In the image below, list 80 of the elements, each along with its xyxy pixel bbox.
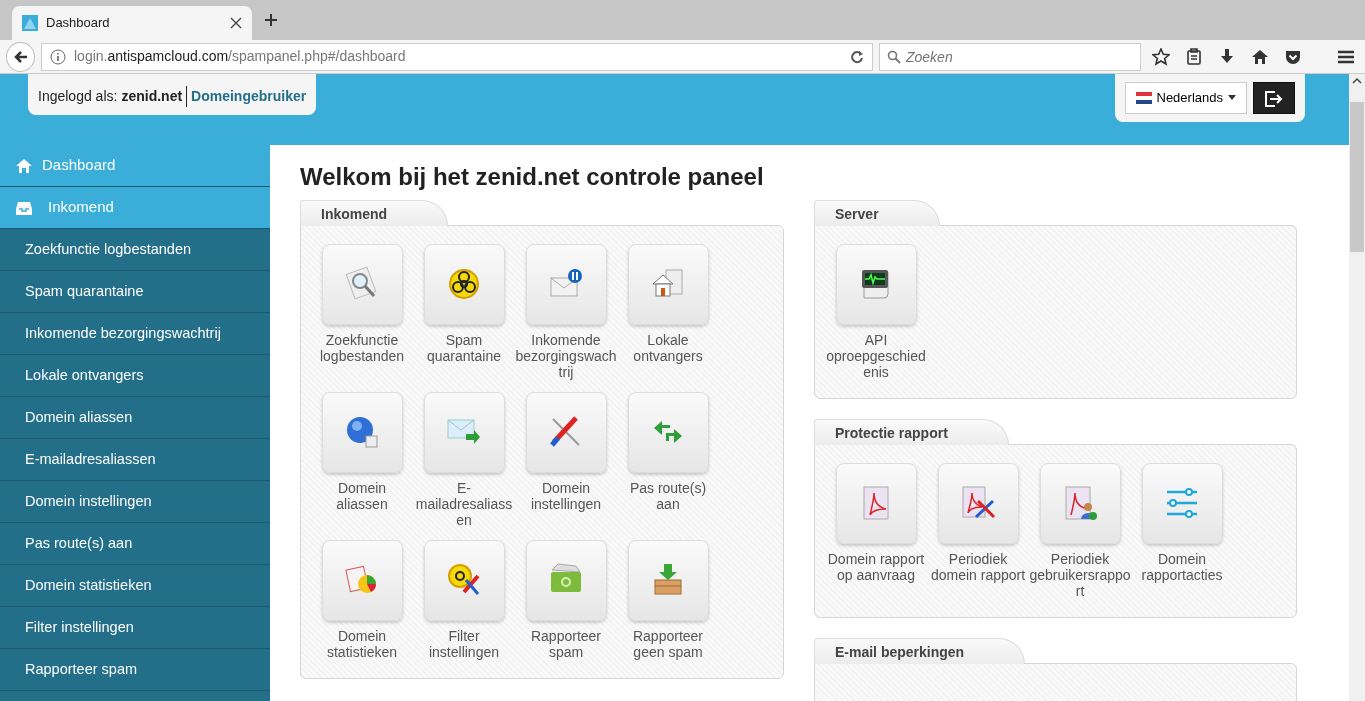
back-arrow-icon (12, 48, 29, 65)
tile-label: Inkomende bezorgingswachtrij (515, 331, 617, 380)
sidebar-subitem[interactable]: Inkomende bezorgingswachtrij (0, 313, 270, 355)
logout-button[interactable] (1253, 82, 1295, 114)
tile-label: Lokale ontvangers (632, 331, 704, 364)
tile-label: Pas route(s) aan (628, 479, 708, 512)
scrollbar-thumb[interactable] (1350, 102, 1364, 252)
favicon-icon (22, 15, 38, 31)
tile-button[interactable] (321, 539, 403, 621)
back-button[interactable] (6, 41, 35, 72)
panel-title: Inkomend (300, 199, 449, 226)
tile-button[interactable] (627, 391, 709, 473)
scrollbar[interactable] (1349, 74, 1365, 701)
search-icon (887, 49, 901, 64)
home-icon (16, 157, 32, 174)
sidebar-subitem[interactable]: E-mailadresaliassen (0, 439, 270, 481)
tile-label: E-mailadresaliassen (414, 479, 514, 528)
panel-title: E-mail beperkingen (814, 637, 1026, 664)
tile-button[interactable] (835, 243, 917, 325)
info-icon (50, 48, 66, 65)
caret-icon (1228, 95, 1236, 101)
logout-icon (1264, 89, 1284, 108)
bookmark-star-icon[interactable] (1151, 47, 1170, 66)
tile-button[interactable] (423, 539, 505, 621)
address-bar[interactable]: login.antispamcloud.com/spampanel.php#/dashboard (41, 42, 873, 71)
tile-button[interactable] (321, 243, 403, 325)
close-icon[interactable] (230, 17, 242, 29)
login-label: Ingelogd als: (38, 87, 118, 106)
tile-label: Spam quarantaine (426, 331, 502, 364)
tile-button[interactable] (627, 539, 709, 621)
tile-button[interactable] (937, 462, 1019, 544)
tile-label: Domein rapport op aanvraag (826, 550, 926, 583)
tile-label: Periodiek gebruikersrapport (1029, 550, 1131, 599)
language-dropdown[interactable]: Nederlands (1124, 82, 1247, 114)
pdf-user-icon (1062, 485, 1098, 522)
sidebar-subitem[interactable]: Rapporteer spam (0, 649, 270, 691)
sidebar-subitem[interactable]: Pas route(s) aan (0, 523, 270, 565)
tile-button[interactable] (525, 539, 607, 621)
tile-label: Rapporteer spam (529, 627, 602, 660)
tile-label: Periodiek domein rapport (929, 550, 1027, 583)
sidebar-subitem[interactable]: Domein instellingen (0, 481, 270, 523)
tile-button[interactable] (423, 243, 505, 325)
page-title: Welkom bij het zenid.net controle paneel (300, 163, 765, 192)
new-tab-icon[interactable] (264, 13, 278, 28)
search-field[interactable]: Zoeken (879, 42, 1141, 71)
sidebar-subitem[interactable]: Zoekfunctie logbestanden (0, 229, 270, 271)
tile-button[interactable] (1141, 462, 1223, 544)
tile-label: Zoekfunctie logbestanden (318, 331, 406, 364)
reload-icon[interactable] (850, 49, 864, 64)
sidebar-subitem[interactable]: Domein aliassen (0, 397, 270, 439)
tile-button[interactable] (525, 243, 607, 325)
tile-label: Domein instellingen (529, 479, 603, 512)
panel-title: Protectie rapport (814, 418, 1009, 445)
username: zenid.net (121, 87, 183, 106)
tile-label: API oproepgeschiedenis (825, 331, 927, 380)
tile-label: Domein rapportacties (1140, 550, 1224, 583)
flag-icon (1135, 91, 1152, 104)
url-text: login.antispamcloud.com/spampanel.php#/dashboard (74, 47, 407, 66)
tile-button[interactable] (525, 391, 607, 473)
panel-title: Server (814, 199, 940, 226)
tile-label: Domein aliassen (335, 479, 389, 512)
tab-title: Dashboard (46, 14, 111, 33)
sidebar-subitem[interactable]: Spam quarantaine (0, 271, 270, 313)
sidebar-subitem[interactable]: Lokale ontvangers (0, 355, 270, 397)
inbox-icon (16, 199, 32, 216)
globe-icon (344, 414, 380, 451)
tile-button[interactable] (321, 391, 403, 473)
sidebar-subitem[interactable]: Domein statistieken (0, 565, 270, 607)
tile-button[interactable] (1039, 462, 1121, 544)
role-link[interactable]: Domeingebruiker (191, 86, 307, 107)
tile-label: Filter instellingen (427, 627, 501, 660)
tile-label: Rapporteer geen spam (631, 627, 704, 660)
tile-button[interactable] (627, 243, 709, 325)
browser-tab[interactable]: Dashboard (12, 6, 252, 40)
sidebar-subitem[interactable]: Filter instellingen (0, 607, 270, 649)
clipboard-icon[interactable] (1184, 47, 1203, 66)
tile-button[interactable] (835, 462, 917, 544)
tile-button[interactable] (423, 391, 505, 473)
tile-label: Domein statistieken (325, 627, 398, 660)
home-icon[interactable] (1250, 47, 1269, 66)
